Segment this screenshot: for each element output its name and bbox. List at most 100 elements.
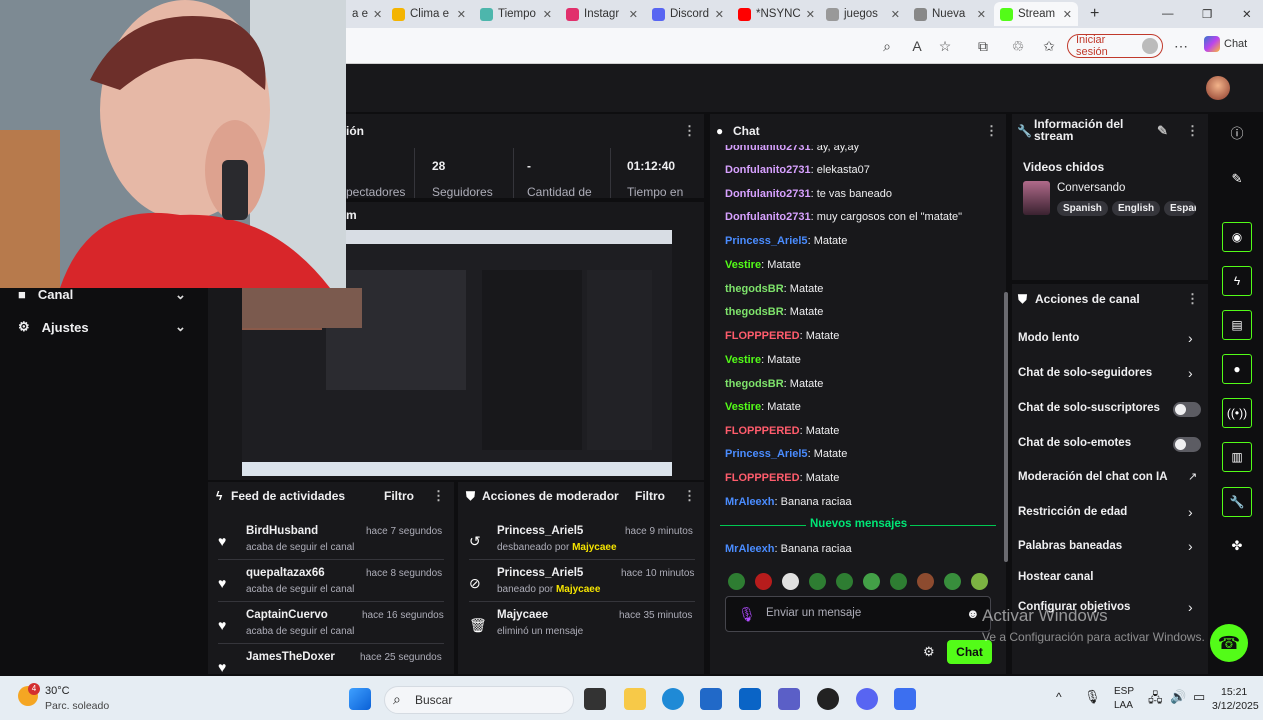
close-icon[interactable]: ✕ bbox=[457, 8, 466, 21]
zoom-icon[interactable]: ⌕ bbox=[878, 37, 896, 55]
emote-icon[interactable] bbox=[755, 573, 772, 590]
weather-temp[interactable]: 30°C bbox=[45, 685, 70, 697]
avatar[interactable] bbox=[1206, 76, 1230, 100]
edge-icon[interactable] bbox=[662, 688, 684, 710]
camera-icon[interactable]: ◉ bbox=[1222, 222, 1252, 252]
close-icon[interactable]: ✕ bbox=[806, 8, 815, 21]
browser-tab[interactable]: Tiempo ✕ bbox=[474, 2, 558, 26]
browser-tab[interactable]: *NSYNC ✕ bbox=[732, 2, 818, 26]
chat-username[interactable]: FLOPPPERED bbox=[725, 472, 800, 484]
app-icon[interactable] bbox=[817, 688, 839, 710]
task-view-icon[interactable] bbox=[584, 688, 606, 710]
sidebar-item-canal[interactable]: ■ Canal ⌄ bbox=[18, 287, 186, 303]
category-thumbnail[interactable] bbox=[1023, 181, 1050, 215]
language-code[interactable]: ESP bbox=[1114, 686, 1134, 697]
browser-tab[interactable]: Instagr ✕ bbox=[560, 2, 644, 26]
action-ai-moderation[interactable]: Moderación del chat con IA bbox=[1018, 471, 1168, 483]
chat-username[interactable]: MrAleexh bbox=[725, 543, 775, 555]
feed-user[interactable]: CaptainCuervo bbox=[246, 609, 328, 621]
external-link-icon[interactable]: ↗ bbox=[1188, 470, 1197, 483]
new-tab-button[interactable]: + bbox=[1084, 2, 1106, 26]
action-banned-words[interactable]: Palabras baneadas bbox=[1018, 540, 1122, 552]
chat-username[interactable]: thegodsBR bbox=[725, 378, 784, 390]
sidebar-item-ajustes[interactable]: ⚙ Ajustes ⌄ bbox=[18, 319, 186, 335]
chevron-right-icon[interactable]: › bbox=[1188, 504, 1193, 520]
kebab-menu-icon[interactable]: ⋮ bbox=[1186, 123, 1199, 139]
lightning-icon[interactable]: ϟ bbox=[1222, 266, 1252, 296]
browser-tab[interactable]: Clima e ✕ bbox=[386, 2, 472, 26]
stream-tag[interactable]: English bbox=[1112, 201, 1161, 216]
action-host-channel[interactable]: Hostear canal bbox=[1018, 571, 1093, 583]
emote-icon[interactable] bbox=[971, 573, 988, 590]
chat-username[interactable]: Princess_Ariel5 bbox=[725, 448, 808, 460]
integrations-icon[interactable]: ✤ bbox=[1225, 534, 1249, 558]
teams-icon[interactable] bbox=[778, 688, 800, 710]
kebab-menu-icon[interactable]: ⋮ bbox=[683, 123, 696, 139]
support-chat-icon[interactable]: ☎ bbox=[1210, 624, 1248, 662]
network-icon[interactable]: 🖧 bbox=[1148, 689, 1163, 711]
more-icon[interactable]: ⋯ bbox=[1172, 37, 1190, 55]
chat-bubble-icon[interactable]: ● bbox=[1222, 354, 1252, 384]
category-name[interactable]: Conversando bbox=[1057, 182, 1125, 194]
gear-icon[interactable]: ⚙ bbox=[923, 644, 935, 660]
chat-username[interactable]: Donfulanito2731 bbox=[725, 211, 811, 223]
chat-username[interactable]: Donfulanito2731 bbox=[725, 188, 811, 200]
discord-icon[interactable] bbox=[856, 688, 878, 710]
close-icon[interactable]: ✕ bbox=[715, 8, 724, 21]
chat-username[interactable]: FLOPPPERED bbox=[725, 330, 800, 342]
chat-username[interactable]: MrAleexh bbox=[725, 496, 775, 508]
emote-icon[interactable] bbox=[809, 573, 826, 590]
broadcast-icon[interactable]: ((•)) bbox=[1222, 398, 1252, 428]
action-slow-mode[interactable]: Modo lento bbox=[1018, 332, 1079, 344]
store-icon[interactable] bbox=[700, 688, 722, 710]
microphone-icon[interactable]: 🎙 bbox=[1084, 689, 1101, 705]
outlook-icon[interactable] bbox=[739, 688, 761, 710]
stream-tag[interactable]: Spanish bbox=[1057, 201, 1108, 216]
kebab-menu-icon[interactable]: ⋮ bbox=[432, 488, 445, 504]
chat-input[interactable]: 🎙 Enviar un mensaje ☻ bbox=[725, 596, 991, 632]
mod-target[interactable]: Princess_Ariel5 bbox=[497, 567, 583, 579]
info-icon[interactable]: ⓘ bbox=[1225, 122, 1249, 146]
close-icon[interactable]: ✕ bbox=[891, 8, 900, 21]
signin-button[interactable]: Iniciar sesión bbox=[1067, 34, 1163, 58]
extensions-icon[interactable]: ⧉ bbox=[974, 37, 992, 55]
clock-date[interactable]: 3/12/2025 bbox=[1212, 700, 1259, 712]
emote-icon[interactable] bbox=[863, 573, 880, 590]
action-age-restriction[interactable]: Restricción de edad bbox=[1018, 506, 1127, 518]
close-icon[interactable]: ✕ bbox=[977, 8, 986, 21]
chat-username[interactable]: Princess_Ariel5 bbox=[725, 235, 808, 247]
mod-by[interactable]: Majycaee bbox=[556, 584, 600, 595]
layout-icon[interactable]: ▥ bbox=[1222, 442, 1252, 472]
filter-button[interactable]: Filtro bbox=[384, 489, 414, 503]
notes-icon[interactable]: ▤ bbox=[1222, 310, 1252, 340]
feed-user[interactable]: BirdHusband bbox=[246, 525, 318, 537]
browser-tab[interactable]: Discord ✕ bbox=[646, 2, 730, 26]
volume-icon[interactable]: 🔊 bbox=[1170, 689, 1186, 705]
taskbar-search[interactable]: ⌕ Buscar bbox=[384, 686, 574, 714]
emotes-only-toggle[interactable] bbox=[1173, 437, 1201, 452]
battery-icon[interactable]: ▭ bbox=[1193, 689, 1205, 705]
read-aloud-icon[interactable]: A bbox=[908, 37, 926, 55]
chat-username[interactable]: Vestire bbox=[725, 401, 761, 413]
kebab-menu-icon[interactable]: ⋮ bbox=[985, 123, 998, 139]
weather-desc[interactable]: Parc. soleado bbox=[45, 700, 109, 712]
browser-tab[interactable]: juegos ✕ bbox=[820, 2, 906, 26]
collections-icon[interactable]: ♲ bbox=[1009, 37, 1027, 55]
emoji-icon[interactable]: ☻ bbox=[966, 606, 980, 621]
close-icon[interactable]: ✕ bbox=[373, 8, 382, 21]
mod-target[interactable]: Majycaee bbox=[497, 609, 548, 621]
chat-username[interactable]: Vestire bbox=[725, 259, 761, 271]
chat-username[interactable]: Donfulanito2731 bbox=[725, 164, 811, 176]
action-followers-only[interactable]: Chat de solo-seguidores bbox=[1018, 367, 1152, 379]
feed-user[interactable]: JamesTheDoxer bbox=[246, 651, 335, 663]
subscribers-only-toggle[interactable] bbox=[1173, 402, 1201, 417]
minimize-icon[interactable]: — bbox=[1156, 2, 1176, 26]
language-layout[interactable]: LAA bbox=[1114, 700, 1133, 711]
kebab-menu-icon[interactable]: ⋮ bbox=[683, 488, 696, 504]
emote-icon[interactable] bbox=[890, 573, 907, 590]
copilot-button[interactable]: Chat bbox=[1204, 36, 1247, 52]
kebab-menu-icon[interactable]: ⋮ bbox=[1186, 291, 1199, 307]
chat-username[interactable]: thegodsBR bbox=[725, 283, 784, 295]
chevron-right-icon[interactable]: › bbox=[1188, 330, 1193, 346]
emote-icon[interactable] bbox=[782, 573, 799, 590]
